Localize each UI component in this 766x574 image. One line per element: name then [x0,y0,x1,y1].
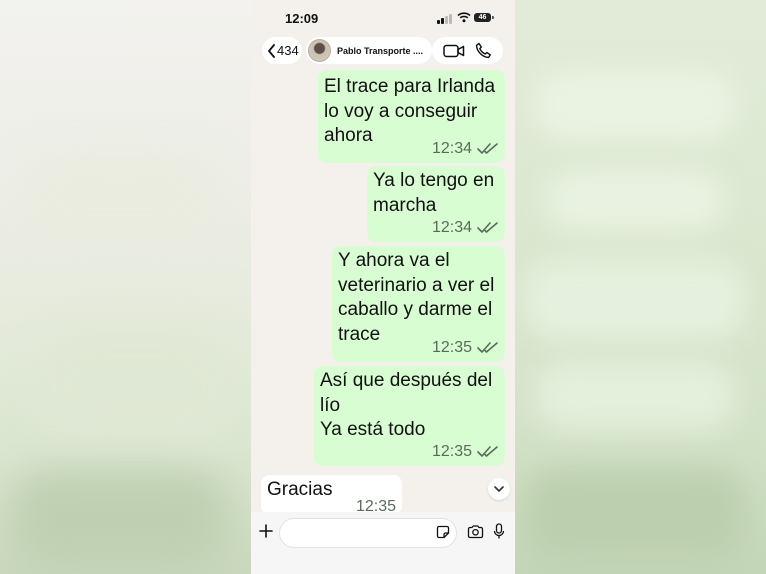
chevron-left-icon [268,43,275,58]
avatar [308,39,331,62]
back-button[interactable]: 434 [262,37,302,64]
battery-icon: 46 [474,13,491,22]
call-controls [432,37,503,64]
message-time: 12:34 [431,139,472,157]
message-text: Y ahora va el veterinario a ver el cabal… [338,250,495,345]
plus-icon[interactable] [259,524,273,538]
chevron-down-icon [494,486,504,492]
composer-bar [251,512,515,574]
message-outgoing[interactable]: El trace para Irlanda lo voy a conseguir… [318,70,505,163]
camera-icon[interactable] [467,525,484,539]
contact-name: Pablo Transporte .... [337,45,424,56]
message-outgoing[interactable]: Así que después del lío Ya está todo 12:… [314,366,505,466]
message-outgoing[interactable]: Y ahora va el veterinario a ver el cabal… [332,246,505,362]
message-meta: 12:34 [432,216,499,241]
message-time: 12:35 [431,442,472,460]
status-icons: 46 [437,12,497,24]
message-incoming[interactable]: Gracias 12:35 [261,475,402,515]
unread-count: 434 [277,43,299,58]
double-check-icon [477,142,498,154]
message-text: Ya lo tengo en marcha [373,170,495,216]
status-bar: 12:09 46 [251,0,515,34]
phone-screen: 12:09 46 434 Pablo Transporte .... El tr… [251,0,515,574]
message-outgoing[interactable]: Ya lo tengo en marcha 12:34 [367,166,505,242]
message-meta: 12:35 [432,440,499,465]
message-time: 12:34 [431,218,472,236]
double-check-icon [477,221,498,233]
sticker-icon[interactable] [436,525,450,539]
phone-icon[interactable] [475,42,492,59]
message-meta: 12:35 [432,336,499,361]
message-text: Así que después del lío Ya está todo [320,370,493,440]
scroll-to-bottom-button[interactable] [488,478,510,500]
contact-info-button[interactable]: Pablo Transporte .... [306,37,432,64]
chat-header: 434 Pablo Transporte .... [251,34,515,68]
message-time: 12:35 [431,338,472,356]
blurred-background-right [515,0,766,574]
microphone-icon[interactable] [493,523,505,540]
message-meta: 12:34 [432,137,499,162]
message-input[interactable] [279,518,457,548]
battery-tip [492,16,494,19]
status-time: 12:09 [285,11,319,26]
double-check-icon [477,341,498,353]
message-list[interactable]: El trace para Irlanda lo voy a conseguir… [251,68,515,515]
wifi-icon [457,12,471,23]
double-check-icon [477,445,498,457]
blurred-background-left [0,0,251,574]
video-camera-icon[interactable] [443,44,465,58]
